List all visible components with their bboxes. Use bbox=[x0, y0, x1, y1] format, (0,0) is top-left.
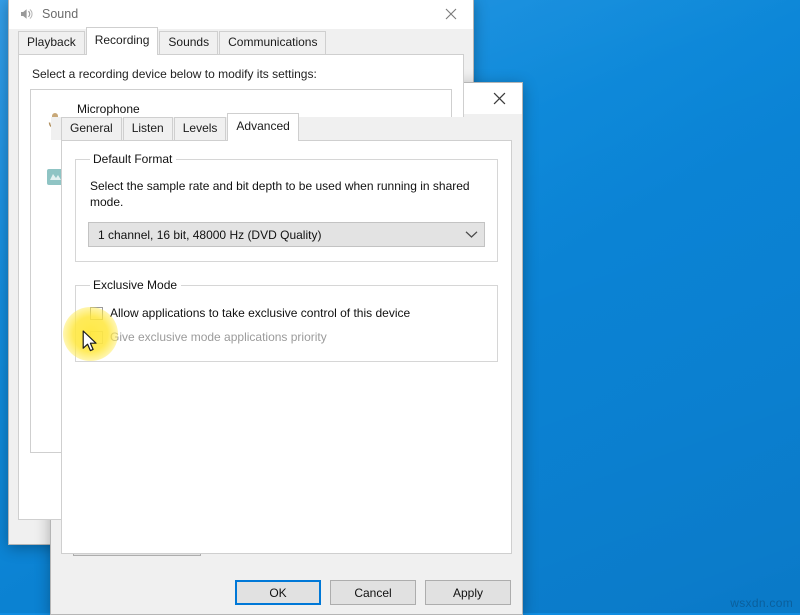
sound-hint-text: Select a recording device below to modif… bbox=[32, 67, 452, 81]
microphone-properties-window[interactable]: Microphone Properties General Listen Lev… bbox=[50, 82, 523, 615]
exclusive-priority-checkbox bbox=[90, 331, 103, 344]
default-format-group: Default Format Select the sample rate an… bbox=[75, 152, 498, 262]
sound-titlebar[interactable]: Sound bbox=[9, 0, 473, 29]
exclusive-priority-label: Give exclusive mode applications priorit… bbox=[110, 330, 327, 345]
cancel-button[interactable]: Cancel bbox=[330, 580, 416, 605]
exclusive-mode-legend: Exclusive Mode bbox=[90, 278, 181, 292]
sound-tab-sounds[interactable]: Sounds bbox=[159, 31, 218, 54]
sound-tab-communications[interactable]: Communications bbox=[219, 31, 326, 54]
exclusive-mode-group: Exclusive Mode Allow applications to tak… bbox=[75, 278, 498, 362]
tab-general[interactable]: General bbox=[61, 117, 122, 140]
default-format-description: Select the sample rate and bit depth to … bbox=[90, 178, 483, 210]
allow-exclusive-control-label[interactable]: Allow applications to take exclusive con… bbox=[110, 306, 410, 321]
tab-advanced[interactable]: Advanced bbox=[227, 113, 298, 141]
default-format-value: 1 channel, 16 bit, 48000 Hz (DVD Quality… bbox=[98, 228, 465, 242]
exclusive-priority-row: Give exclusive mode applications priorit… bbox=[90, 330, 483, 345]
mic-tabstrip[interactable]: General Listen Levels Advanced bbox=[51, 117, 522, 140]
device-name: Microphone bbox=[77, 102, 219, 116]
ok-button[interactable]: OK bbox=[235, 580, 321, 605]
advanced-tab-panel: Default Format Select the sample rate an… bbox=[61, 140, 512, 554]
close-icon bbox=[493, 92, 506, 105]
close-icon bbox=[445, 8, 457, 20]
default-format-combobox[interactable]: 1 channel, 16 bit, 48000 Hz (DVD Quality… bbox=[88, 222, 485, 247]
sound-tab-playback[interactable]: Playback bbox=[18, 31, 85, 54]
chevron-down-icon[interactable] bbox=[465, 230, 478, 239]
sound-tab-recording[interactable]: Recording bbox=[86, 27, 159, 55]
mic-footer-buttons[interactable]: OK Cancel Apply bbox=[235, 580, 511, 605]
default-format-legend: Default Format bbox=[90, 152, 176, 166]
speaker-icon bbox=[18, 6, 34, 22]
tab-levels[interactable]: Levels bbox=[174, 117, 227, 140]
apply-button[interactable]: Apply bbox=[425, 580, 511, 605]
mic-close-button[interactable] bbox=[477, 83, 522, 113]
allow-exclusive-control-checkbox[interactable] bbox=[90, 307, 103, 320]
allow-exclusive-control-row[interactable]: Allow applications to take exclusive con… bbox=[90, 306, 483, 321]
sound-title: Sound bbox=[42, 7, 78, 21]
sound-close-button[interactable] bbox=[428, 0, 473, 29]
tab-listen[interactable]: Listen bbox=[123, 117, 173, 140]
sound-tabstrip[interactable]: Playback Recording Sounds Communications bbox=[9, 31, 473, 54]
watermark: wsxdn.com bbox=[730, 596, 793, 610]
